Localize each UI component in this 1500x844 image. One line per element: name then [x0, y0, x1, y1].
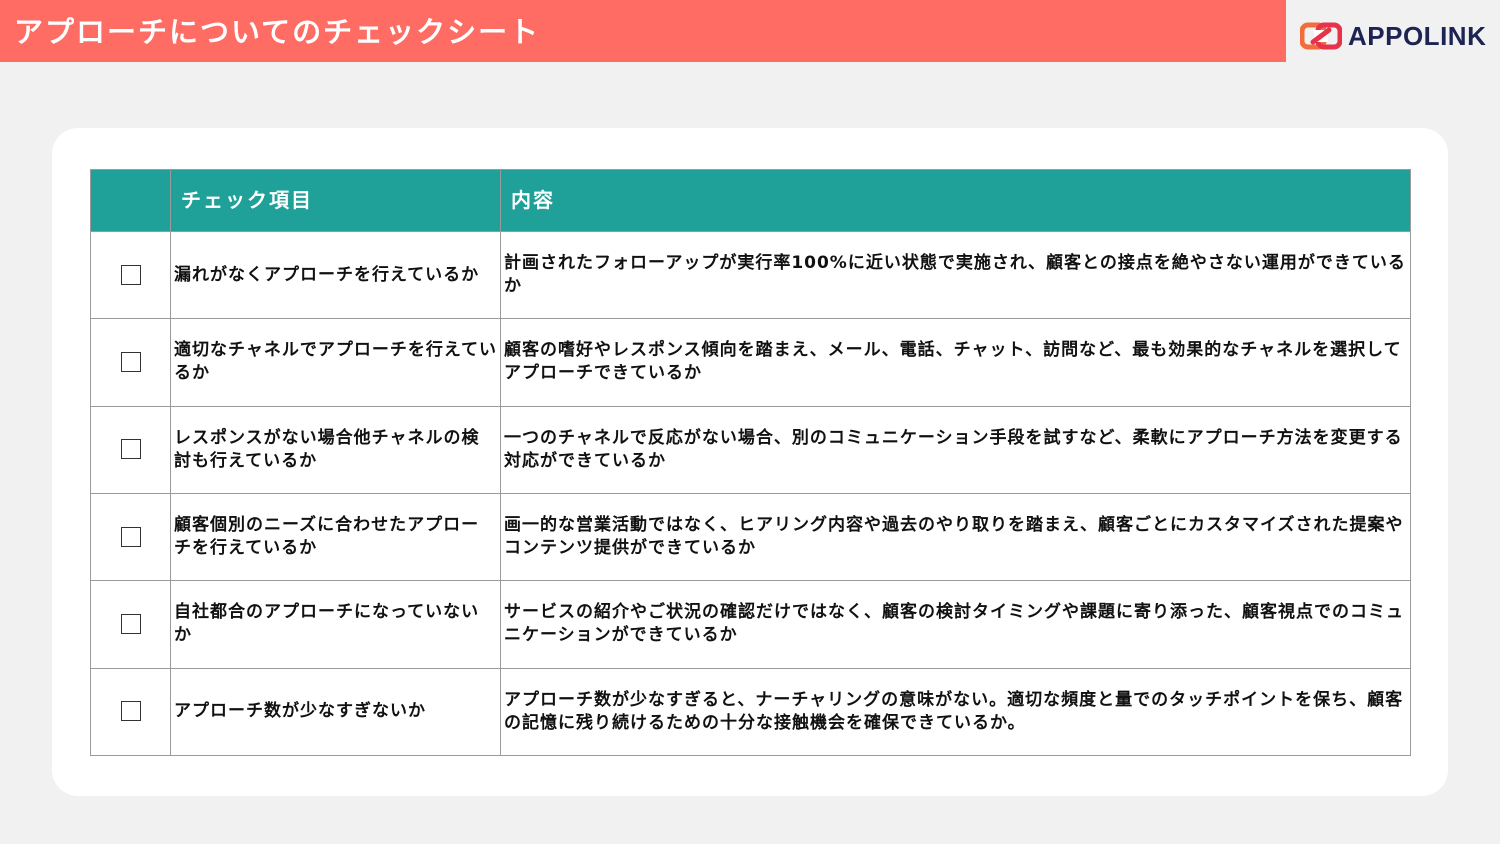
- table-row: 適切なチャネルでアプローチを行えているか 顧客の嗜好やレスポンス傾向を踏まえ、メ…: [90, 318, 1411, 407]
- check-content: アプローチ数が少なすぎると、ナーチャリングの意味がない。適切な頻度と量でのタッチ…: [500, 667, 1411, 757]
- header-bar: アプローチについてのチェックシート: [0, 0, 1286, 62]
- checkbox[interactable]: [121, 264, 141, 285]
- check-item: 顧客個別のニーズに合わせたアプローチを行えているか: [170, 492, 501, 582]
- check-content: 一つのチャネルで反応がない場合、別のコミュニケーション手段を試すなど、柔軟にアプ…: [500, 405, 1411, 494]
- table-row: 自社都合のアプローチになっていないか サービスの紹介やご状況の確認だけではなく、…: [90, 580, 1411, 669]
- check-item: 適切なチャネルでアプローチを行えているか: [170, 318, 501, 407]
- logo-text: APPOLINK: [1348, 21, 1487, 51]
- column-header-content: 内容: [500, 169, 1411, 232]
- checkbox[interactable]: [121, 526, 141, 547]
- checkbox-cell: [90, 667, 171, 757]
- column-header-checkbox: [90, 169, 171, 232]
- checkbox-cell: [90, 230, 171, 320]
- column-header-check-item: チェック項目: [170, 169, 501, 232]
- checkbox[interactable]: [121, 701, 141, 722]
- checkbox-cell: [90, 318, 171, 407]
- check-content: 画一的な営業活動ではなく、ヒアリング内容や過去のやり取りを踏まえ、顧客ごとにカス…: [500, 492, 1411, 582]
- checkbox-cell: [90, 405, 171, 494]
- check-content: 顧客の嗜好やレスポンス傾向を踏まえ、メール、電話、チャット、訪問など、最も効果的…: [500, 318, 1411, 407]
- appolink-link-icon: [1300, 22, 1342, 50]
- check-item: 自社都合のアプローチになっていないか: [170, 580, 501, 669]
- table-row: 漏れがなくアプローチを行えているか 計画されたフォローアップが実行率100%に近…: [90, 230, 1411, 320]
- checkbox[interactable]: [121, 613, 141, 634]
- check-item: レスポンスがない場合他チャネルの検討も行えているか: [170, 405, 501, 494]
- checkbox-cell: [90, 492, 171, 582]
- checkbox-cell: [90, 580, 171, 669]
- appolink-logo: APPOLINK: [1300, 20, 1486, 52]
- table-header-row: チェック項目 内容: [90, 169, 1411, 232]
- check-content: 計画されたフォローアップが実行率100%に近い状態で実施され、顧客との接点を絶や…: [500, 230, 1411, 320]
- checklist-table: チェック項目 内容 漏れがなくアプローチを行えているか 計画されたフォローアップ…: [90, 169, 1411, 757]
- check-item: 漏れがなくアプローチを行えているか: [170, 230, 501, 320]
- page-title: アプローチについてのチェックシート: [14, 15, 541, 49]
- table-row: レスポンスがない場合他チャネルの検討も行えているか 一つのチャネルで反応がない場…: [90, 405, 1411, 494]
- check-content: サービスの紹介やご状況の確認だけではなく、顧客の検討タイミングや課題に寄り添った…: [500, 580, 1411, 669]
- table-row: アプローチ数が少なすぎないか アプローチ数が少なすぎると、ナーチャリングの意味が…: [90, 667, 1411, 757]
- checkbox[interactable]: [121, 351, 141, 372]
- check-item: アプローチ数が少なすぎないか: [170, 667, 501, 757]
- checkbox[interactable]: [121, 439, 141, 460]
- table-row: 顧客個別のニーズに合わせたアプローチを行えているか 画一的な営業活動ではなく、ヒ…: [90, 492, 1411, 582]
